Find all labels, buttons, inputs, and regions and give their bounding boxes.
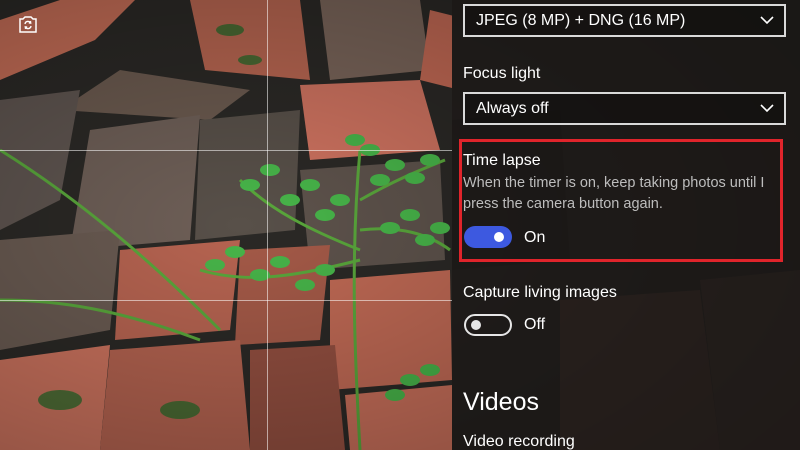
- time-lapse-label: Time lapse: [463, 152, 541, 169]
- camera-switch-icon[interactable]: [17, 14, 43, 40]
- focus-light-dropdown[interactable]: Always off: [463, 92, 786, 125]
- grid-line: [267, 0, 268, 450]
- focus-light-value: Always off: [476, 100, 549, 117]
- grid-line: [0, 300, 452, 301]
- living-images-state: Off: [524, 316, 546, 333]
- photo-quality-value: JPEG (8 MP) + DNG (16 MP): [476, 12, 686, 29]
- video-recording-label: Video recording: [463, 433, 575, 450]
- chevron-down-icon: [760, 104, 774, 113]
- toggle-knob: [471, 320, 481, 330]
- time-lapse-toggle[interactable]: [464, 226, 512, 248]
- time-lapse-state: On: [524, 229, 546, 246]
- living-images-label: Capture living images: [463, 284, 617, 301]
- focus-light-label: Focus light: [463, 65, 541, 82]
- toggle-knob: [494, 232, 504, 242]
- chevron-down-icon: [760, 16, 774, 25]
- grid-line: [0, 150, 452, 151]
- time-lapse-description: When the timer is on, keep taking photos…: [463, 175, 765, 212]
- settings-pane: JPEG (8 MP) + DNG (16 MP) Focus light Al…: [452, 0, 800, 450]
- photo-quality-dropdown[interactable]: JPEG (8 MP) + DNG (16 MP): [463, 4, 786, 37]
- living-images-toggle[interactable]: [464, 314, 512, 336]
- videos-heading: Videos: [463, 388, 539, 416]
